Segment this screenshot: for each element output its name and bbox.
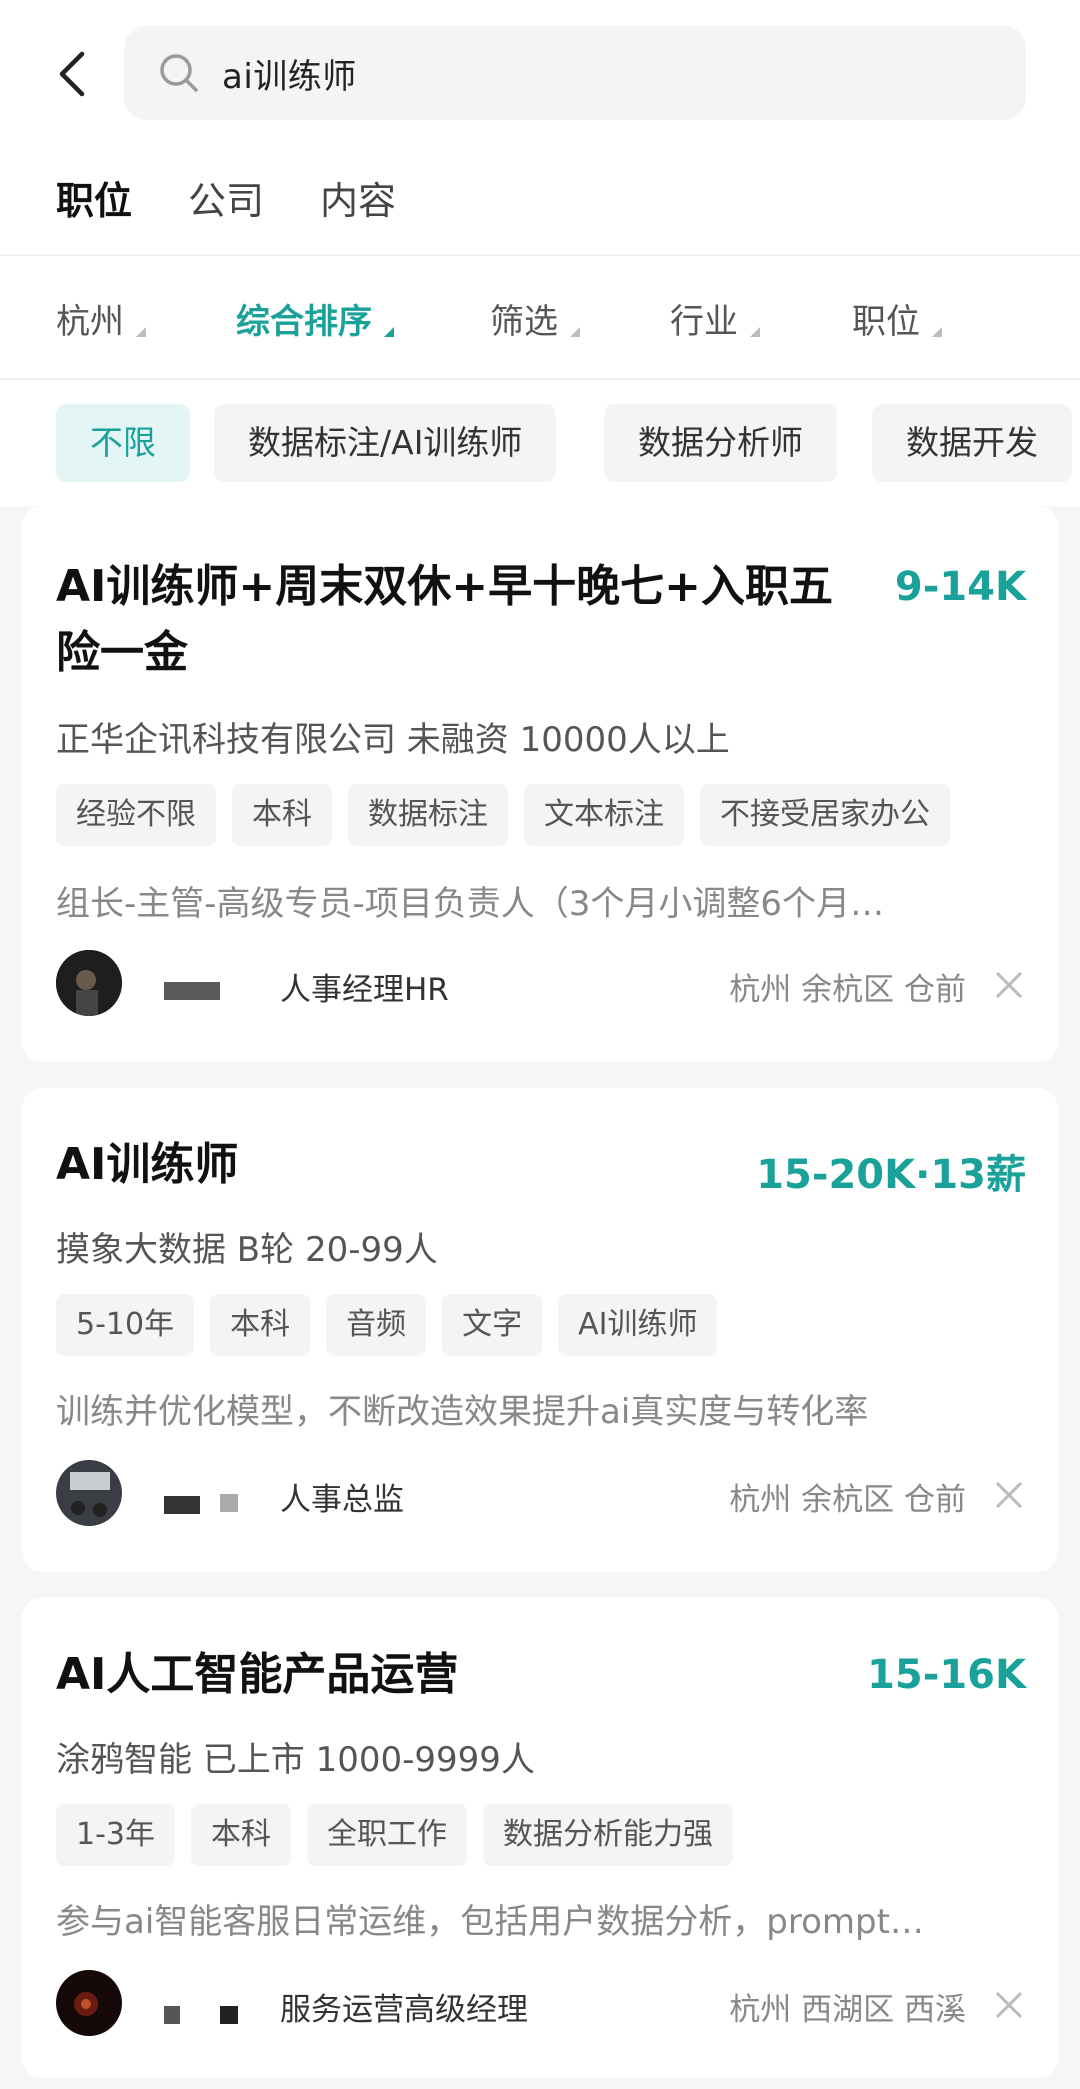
dropdown-triangle-icon xyxy=(570,327,580,337)
job-tag: 经验不限 xyxy=(56,784,216,846)
job-tag: 音频 xyxy=(326,1294,427,1356)
recruiter-name-redacted xyxy=(220,2006,238,2024)
chip-data-dev[interactable]: 数据开发 xyxy=(872,404,1072,482)
job-tag: 数据标注 xyxy=(348,784,508,846)
recruiter-name-redacted xyxy=(220,1494,238,1512)
category-chips: 不限 数据标注/AI训练师 数据分析师 数据开发 xyxy=(0,380,1080,506)
filter-city-label: 杭州 xyxy=(56,302,124,342)
filter-screen-label: 筛选 xyxy=(490,302,558,342)
dropdown-triangle-icon xyxy=(750,327,760,337)
chevron-left-icon xyxy=(59,51,85,97)
result-type-tabs: 职位 公司 内容 xyxy=(0,148,1080,256)
search-input[interactable]: ai训练师 xyxy=(124,26,1026,120)
tab-companies[interactable]: 公司 xyxy=(188,170,264,225)
job-tag: 本科 xyxy=(191,1804,291,1866)
tab-jobs[interactable]: 职位 xyxy=(56,170,132,225)
job-salary: 9-14K xyxy=(894,564,1026,610)
search-icon xyxy=(160,54,198,92)
job-tags: 经验不限 本科 数据标注 文本标注 不接受居家办公 xyxy=(56,784,950,846)
back-button[interactable] xyxy=(46,44,96,104)
job-location: 杭州 余杭区 仓前 xyxy=(729,972,966,1008)
filter-city[interactable]: 杭州 xyxy=(56,294,146,343)
job-description: 参与ai智能客服日常运维，包括用户数据分析，prompt… xyxy=(56,1902,924,1942)
job-card[interactable]: AI训练师+周末双休+早十晚七+入职五险一金 9-14K 正华企讯科技有限公司 … xyxy=(22,506,1058,1062)
job-tag: AI训练师 xyxy=(558,1294,718,1356)
filter-position-label: 职位 xyxy=(852,302,920,342)
job-tag: 本科 xyxy=(210,1294,311,1356)
filter-bar: 杭州 综合排序 筛选 行业 职位 xyxy=(0,256,1080,380)
recruiter-name-redacted xyxy=(164,1496,200,1514)
recruiter-name-redacted xyxy=(164,982,220,1000)
job-tag: 不接受居家办公 xyxy=(700,784,950,846)
job-title: AI训练师+周末双休+早十晚七+入职五险一金 xyxy=(56,561,834,678)
dropdown-triangle-icon xyxy=(932,327,942,337)
job-tag: 5-10年 xyxy=(56,1294,195,1356)
filter-industry-label: 行业 xyxy=(670,302,738,342)
filter-screen[interactable]: 筛选 xyxy=(490,294,580,343)
dropdown-triangle-icon xyxy=(384,327,394,337)
job-tag: 文本标注 xyxy=(524,784,684,846)
recruiter-name-redacted xyxy=(164,2006,180,2024)
filter-position[interactable]: 职位 xyxy=(852,294,942,343)
job-description: 组长-主管-高级专员-项目负责人（3个月小调整6个月… xyxy=(56,884,885,924)
job-location: 杭州 西湖区 西溪 xyxy=(729,1992,966,2028)
job-tag: 本科 xyxy=(232,784,332,846)
job-salary: 15-16K xyxy=(867,1652,1026,1698)
recruiter-title: 服务运营高级经理 xyxy=(280,1992,528,2028)
avatar xyxy=(56,1460,122,1526)
job-salary: 15-20K·13薪 xyxy=(756,1152,1026,1198)
close-icon[interactable] xyxy=(992,1478,1026,1512)
dropdown-triangle-icon xyxy=(136,327,146,337)
avatar xyxy=(56,950,122,1016)
job-description: 训练并优化模型，不断改造效果提升ai真实度与转化率 xyxy=(56,1392,869,1432)
job-tag: 数据分析能力强 xyxy=(483,1804,733,1866)
header: ai训练师 职位 公司 内容 杭州 综合排序 筛选 行业 职位 不限 数据标注/… xyxy=(0,0,1080,506)
search-row: ai训练师 xyxy=(0,0,1080,148)
chip-all[interactable]: 不限 xyxy=(56,404,190,482)
filter-sort-label: 综合排序 xyxy=(236,302,372,342)
avatar xyxy=(56,1970,122,2036)
chip-data-labeling[interactable]: 数据标注/AI训练师 xyxy=(214,404,557,482)
recruiter-title: 人事总监 xyxy=(280,1482,404,1518)
job-title: AI人工智能产品运营 xyxy=(56,1649,459,1700)
filter-industry[interactable]: 行业 xyxy=(670,294,760,343)
company-info: 正华企讯科技有限公司 未融资 10000人以上 xyxy=(56,720,730,760)
close-icon[interactable] xyxy=(992,1988,1026,2022)
chip-data-analyst[interactable]: 数据分析师 xyxy=(604,404,837,482)
job-tags: 5-10年 本科 音频 文字 AI训练师 xyxy=(56,1294,718,1356)
filter-sort[interactable]: 综合排序 xyxy=(236,294,394,343)
job-title: AI训练师 xyxy=(56,1139,239,1190)
job-card[interactable]: AI训练师 15-20K·13薪 摸象大数据 B轮 20-99人 5-10年 本… xyxy=(22,1088,1058,1572)
job-location: 杭州 余杭区 仓前 xyxy=(729,1482,966,1518)
job-tag: 全职工作 xyxy=(307,1804,467,1866)
job-tag: 文字 xyxy=(442,1294,543,1356)
company-info: 涂鸦智能 已上市 1000-9999人 xyxy=(56,1740,535,1780)
close-icon[interactable] xyxy=(992,968,1026,1002)
company-info: 摸象大数据 B轮 20-99人 xyxy=(56,1230,438,1270)
job-card[interactable]: AI人工智能产品运营 15-16K 涂鸦智能 已上市 1000-9999人 1-… xyxy=(22,1598,1058,2078)
job-tag: 1-3年 xyxy=(56,1804,175,1866)
search-query: ai训练师 xyxy=(222,56,357,97)
job-tags: 1-3年 本科 全职工作 数据分析能力强 xyxy=(56,1804,733,1866)
recruiter-title: 人事经理HR xyxy=(280,972,449,1008)
tab-content[interactable]: 内容 xyxy=(320,170,396,225)
